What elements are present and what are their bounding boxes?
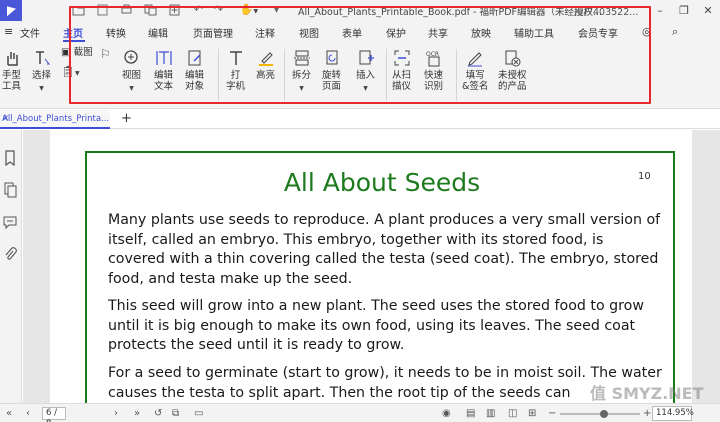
attachment-panel-icon[interactable] xyxy=(3,246,17,262)
hand-icon xyxy=(6,52,18,66)
continuous-page-icon[interactable]: ▥ xyxy=(486,407,495,420)
zoom-in-icon[interactable]: + xyxy=(643,407,651,420)
last-page-icon[interactable]: » xyxy=(134,407,140,420)
paragraph: Many plants use seeds to reproduce. A pl… xyxy=(108,212,661,287)
add-tab-button[interactable]: + xyxy=(121,111,132,126)
facing-continuous-icon[interactable]: ⊞ xyxy=(528,407,536,420)
hamburger-icon[interactable]: ≡ xyxy=(4,25,13,38)
minimize-button[interactable]: – xyxy=(648,0,672,21)
comment-panel-icon[interactable] xyxy=(3,214,17,230)
search-icon[interactable]: ⌕ xyxy=(672,25,678,39)
prev-page-icon[interactable]: ‹ xyxy=(26,407,30,420)
select-text-icon xyxy=(35,51,50,65)
highlight-annotation-box xyxy=(69,6,651,104)
zoom-level-field[interactable]: 114.95% xyxy=(652,406,694,421)
read-mode-icon[interactable]: ◉ xyxy=(442,407,451,420)
two-page-copy-icon[interactable]: ⧉ xyxy=(172,407,179,420)
hand-tool-button[interactable]: 手型 工具 xyxy=(2,49,21,92)
zoom-slider[interactable] xyxy=(560,410,640,418)
document-viewport[interactable]: All About Seeds 10 Many plants use seeds… xyxy=(23,130,720,403)
first-page-icon[interactable]: « xyxy=(6,407,12,420)
select-dropdown-icon[interactable]: ▼ xyxy=(39,85,44,92)
restore-button[interactable]: ❐ xyxy=(672,0,696,21)
single-page-icon[interactable]: ▤ xyxy=(466,407,475,420)
menu-tab-file[interactable]: 文件 xyxy=(20,25,40,40)
paragraph: This seed will grow into a new plant. Th… xyxy=(108,298,644,353)
document-tab-strip: All_About_Plants_Printa... ✕ + xyxy=(0,110,720,129)
watermark: 值 SMYZ.NET xyxy=(590,384,704,403)
close-button[interactable]: ✕ xyxy=(696,0,720,21)
status-bar: « ‹ 6 / 8 › » ↺ ⧉ ▭ ◉ ▤ ▥ ◫ ⊞ − + 114.95… xyxy=(0,403,720,422)
app-logo xyxy=(0,0,22,21)
page-heading: All About Seeds xyxy=(283,168,481,197)
pdf-page: All About Seeds 10 Many plants use seeds… xyxy=(50,130,692,403)
select-button[interactable]: 选择 ▼ xyxy=(32,49,51,93)
zoom-slider-handle[interactable] xyxy=(600,410,608,418)
page-number: 10 xyxy=(638,171,651,182)
facing-page-icon[interactable]: ◫ xyxy=(508,407,517,420)
document-tab[interactable]: All_About_Plants_Printa... ✕ xyxy=(0,110,110,129)
left-panel-bar xyxy=(0,130,22,403)
zoom-out-icon[interactable]: − xyxy=(548,407,556,420)
page-number-input[interactable]: 6 / 8 xyxy=(42,407,66,422)
thumbnail-panel-icon[interactable] xyxy=(3,182,17,198)
next-page-icon[interactable]: › xyxy=(114,407,118,420)
bookmark-panel-icon[interactable] xyxy=(3,150,17,166)
document-tab-label: All_About_Plants_Printa... xyxy=(2,114,110,124)
page-border: All About Seeds 10 Many plants use seeds… xyxy=(85,151,675,403)
rotate-view-icon[interactable]: ↺ xyxy=(154,407,162,420)
paragraph: For a seed to germinate (start to grow),… xyxy=(108,365,662,401)
page-layout-icon[interactable]: ▭ xyxy=(194,407,203,420)
tab-close-icon[interactable]: ✕ xyxy=(2,114,9,124)
